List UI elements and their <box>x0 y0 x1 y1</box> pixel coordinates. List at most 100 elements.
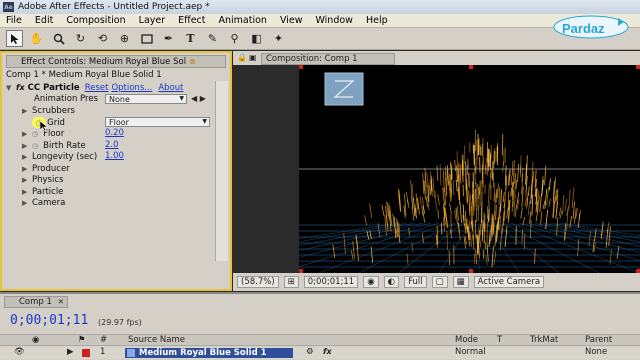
particle-streak <box>474 219 477 239</box>
pan-behind-tool-icon[interactable]: ⊕ <box>116 30 133 47</box>
options-link[interactable]: Options... <box>111 83 152 93</box>
birth-rate-value[interactable]: 2.0 <box>105 140 119 150</box>
parent-header: Parent <box>585 335 613 345</box>
stopwatch-icon[interactable]: ◷ <box>32 130 38 138</box>
composition-tab[interactable]: Composition: Comp 1 <box>261 53 395 65</box>
particle-streak <box>475 249 478 265</box>
snapshot-icon[interactable]: ⊞ <box>283 276 299 288</box>
zoom-dropdown[interactable]: (58.7%) <box>237 276 279 288</box>
expand-triangle-icon[interactable]: ▶ <box>22 199 32 207</box>
hand-tool-icon[interactable]: ✋ <box>28 30 45 47</box>
menu-view[interactable]: View <box>280 15 303 26</box>
grid-dropdown[interactable]: Floor ▼ <box>105 117 210 127</box>
particle-streak <box>502 161 504 173</box>
physics-row[interactable]: ▶ Physics <box>22 174 63 185</box>
channel-icon[interactable]: ◐ <box>383 276 400 288</box>
collapse-triangle-icon[interactable]: ▼ <box>6 84 16 92</box>
pen-tool-icon[interactable]: ✒ <box>160 30 177 47</box>
preset-nav-arrows-icon[interactable]: ◀ ▶ <box>191 94 206 103</box>
expand-triangle-icon[interactable]: ▶ <box>22 188 32 196</box>
menu-file[interactable]: File <box>6 15 22 26</box>
view-dropdown[interactable]: Active Camera <box>473 276 545 288</box>
timeline-timecode[interactable]: 0;00;01;11 <box>10 313 88 328</box>
rotate-tool-icon[interactable]: ↻ <box>72 30 89 47</box>
timeline-layer-row[interactable]: 👁 ▶ 1 Medium Royal Blue Solid 1 ⚙ fx Nor… <box>0 347 640 359</box>
menu-help[interactable]: Help <box>366 15 388 26</box>
transparency-grid-icon[interactable]: ▦ <box>452 276 469 288</box>
menu-animation[interactable]: Animation <box>219 15 267 26</box>
brush-tool-icon[interactable]: ✎ <box>204 30 221 47</box>
fx-toggle-icon[interactable]: fx <box>16 83 25 92</box>
shy-switch-icon[interactable]: ⚙ <box>306 347 314 357</box>
particle-streak <box>454 159 456 172</box>
expand-triangle-icon[interactable]: ▶ <box>22 165 32 173</box>
expand-triangle-icon[interactable]: ▶ <box>22 142 32 150</box>
menu-effect[interactable]: Effect <box>178 15 205 26</box>
particle-row[interactable]: ▶ Particle <box>22 186 63 197</box>
clone-stamp-tool-icon[interactable]: ⚲ <box>226 30 243 47</box>
animation-preset-row: Animation Pres <box>34 93 98 104</box>
fx-switch-icon[interactable]: fx <box>323 347 332 356</box>
particle-streak <box>470 232 472 248</box>
menu-layer[interactable]: Layer <box>139 15 166 26</box>
effect-controls-scrollbar[interactable] <box>215 81 228 261</box>
particle-streak <box>527 186 530 196</box>
mode-dropdown[interactable]: Normal <box>455 347 486 357</box>
puppet-pin-tool-icon[interactable]: ✦ <box>270 30 287 47</box>
t-header: T <box>497 335 503 345</box>
expand-triangle-icon[interactable]: ▶ <box>22 176 32 184</box>
animation-preset-dropdown[interactable]: None ▼ <box>105 94 187 104</box>
animation-preset-value: None <box>109 94 130 104</box>
current-time-display[interactable]: 0;00;01;11 <box>303 276 359 288</box>
menu-composition[interactable]: Composition <box>66 15 125 26</box>
particle-streak <box>523 233 526 249</box>
composition-icon: ▣ <box>249 53 257 62</box>
physics-label: Physics <box>32 174 64 185</box>
layer-label-color[interactable] <box>82 349 90 357</box>
floor-value[interactable]: 0.20 <box>105 128 124 138</box>
producer-row[interactable]: ▶ Producer <box>22 163 70 174</box>
camera-snapshot-icon[interactable]: ◉ <box>363 276 379 288</box>
menu-window[interactable]: Window <box>315 15 352 26</box>
eraser-tool-icon[interactable]: ◧ <box>248 30 265 47</box>
timeline-tab[interactable]: Comp 1 ✕ <box>4 296 68 308</box>
expand-triangle-icon[interactable]: ▶ <box>22 107 32 115</box>
composition-viewer[interactable] <box>299 65 640 273</box>
particle-streak <box>437 194 440 205</box>
type-tool-icon[interactable]: T <box>182 30 199 47</box>
particle-streak <box>464 210 467 230</box>
frame-rate: (29.97 fps) <box>98 318 142 327</box>
expand-triangle-icon[interactable]: ▶ <box>22 130 32 138</box>
camera-row[interactable]: ▶ Camera <box>22 197 65 208</box>
pardaz-logo: Pardaz <box>552 14 630 40</box>
camera-tool-icon[interactable]: ⟲ <box>94 30 111 47</box>
region-of-interest-icon[interactable]: ▢ <box>431 276 448 288</box>
reset-link[interactable]: Reset <box>85 83 109 93</box>
particle-streak <box>486 219 489 232</box>
close-icon[interactable]: ✕ <box>58 298 64 306</box>
particle-streak <box>548 198 551 208</box>
scrubbers-row[interactable]: ▶ Scrubbers <box>22 105 75 116</box>
zoom-tool-icon[interactable] <box>50 30 67 47</box>
eye-icon[interactable]: 👁 <box>14 347 25 357</box>
menu-edit[interactable]: Edit <box>35 15 53 26</box>
lock-icon[interactable]: 🔒 <box>237 53 247 62</box>
longevity-value[interactable]: 1.00 <box>105 151 124 161</box>
particle-streak <box>468 172 470 189</box>
selection-tool-icon[interactable] <box>6 30 23 47</box>
particle-streak <box>493 183 496 202</box>
particle-streak <box>439 164 442 186</box>
expand-triangle-icon[interactable]: ▶ <box>67 347 74 357</box>
parent-dropdown[interactable]: None <box>585 347 607 357</box>
close-icon[interactable]: ⊗ <box>189 57 196 66</box>
resolution-dropdown[interactable]: Full <box>404 276 427 288</box>
effect-controls-tab[interactable]: Effect Controls: Medium Royal Blue Sol ⊗ <box>6 55 226 68</box>
particle-streak <box>544 188 548 209</box>
rectangle-tool-icon[interactable] <box>138 30 155 47</box>
expand-triangle-icon[interactable]: ▶ <box>22 153 32 161</box>
layer-name[interactable]: Medium Royal Blue Solid 1 <box>125 348 293 358</box>
source-name-header[interactable]: Source Name <box>128 335 185 345</box>
about-link[interactable]: About <box>158 83 183 93</box>
particle-streak <box>432 177 435 198</box>
stopwatch-icon[interactable]: ◷ <box>32 142 38 150</box>
